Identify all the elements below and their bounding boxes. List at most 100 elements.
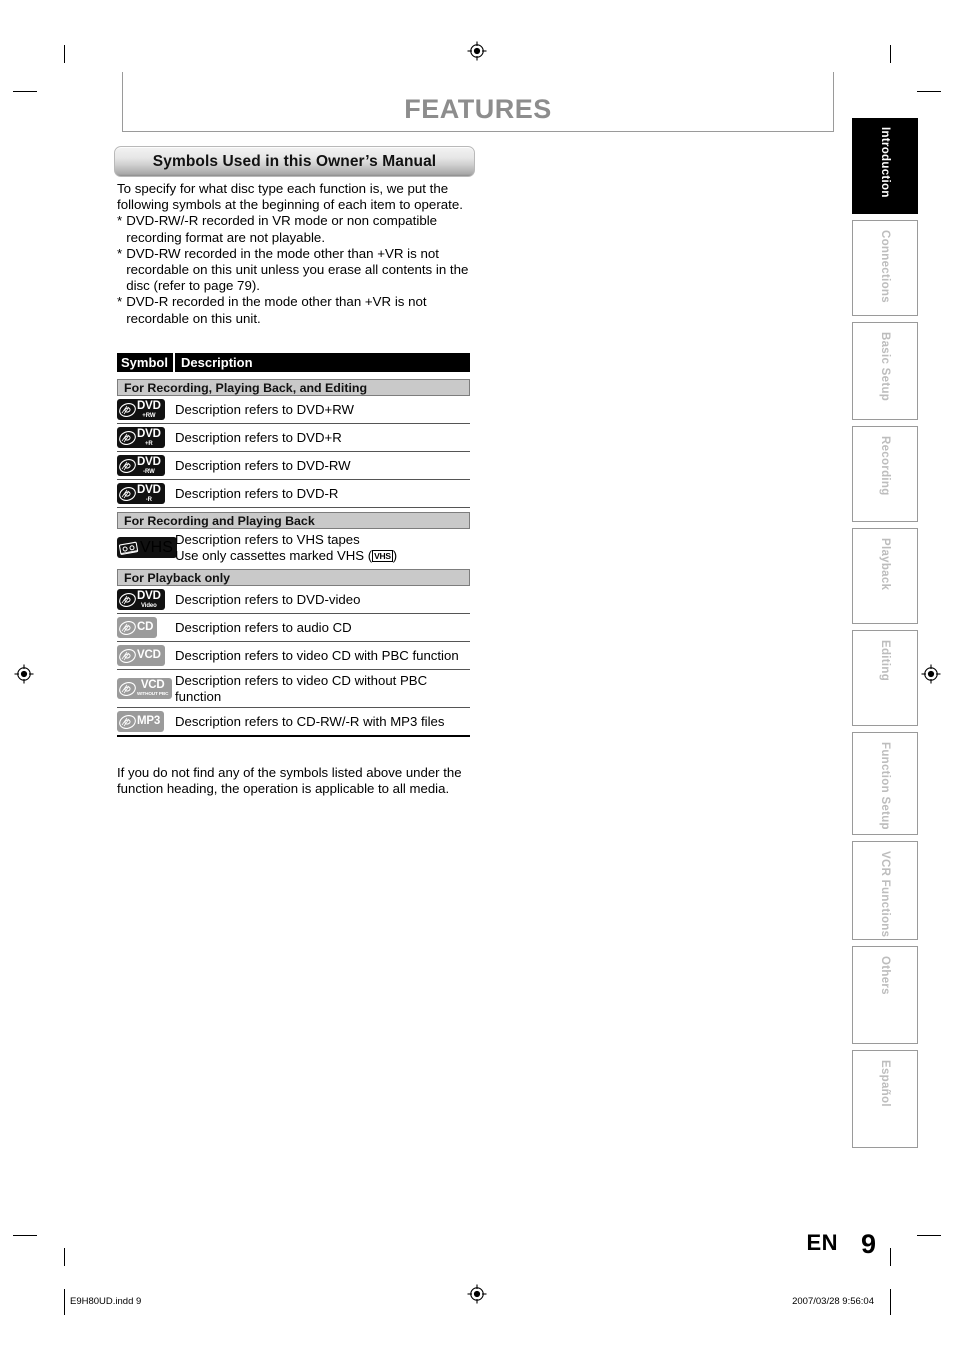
badge-main-label: DVD	[137, 455, 161, 468]
sidebar-tab-label: Function Setup	[879, 742, 891, 830]
row-description-line-1: Description refers to VHS tapes	[175, 532, 360, 547]
symbol-table: Symbol Description For Recording, Playin…	[117, 353, 470, 737]
badge-main-label: CD	[137, 620, 154, 633]
badge-main-label: DVD	[137, 483, 161, 496]
dvd-minus-rw-icon: DVD -RW	[117, 455, 165, 476]
table-row: DVD +R Description refers to DVD+R	[117, 424, 470, 452]
vhs-inline-mark-icon: VHS	[372, 549, 393, 562]
crop-mark-bottom-left-vertical	[64, 1248, 65, 1266]
note-marker: *	[117, 213, 123, 229]
sidebar-tab-connections[interactable]: Connections	[852, 220, 918, 316]
sidebar-tab-label: Español	[879, 1060, 891, 1107]
disc-glyph	[119, 592, 136, 607]
sidebar-tab-label: Connections	[879, 230, 891, 303]
badge-sub-label: -R	[145, 496, 152, 503]
disc-glyph	[119, 620, 136, 635]
badge-sub-label: Video	[140, 602, 157, 609]
sidebar-tab-label: Playback	[879, 538, 891, 591]
video-cd-pbc-icon: VCD	[117, 645, 165, 666]
crop-mark-bottom-left-horizontal	[13, 1235, 37, 1236]
sidebar-tab-function-setup[interactable]: Function Setup	[852, 732, 918, 835]
crop-mark-top-left-horizontal	[13, 91, 37, 92]
symbol-cell: MP3	[117, 711, 175, 732]
table-row: CD Description refers to audio CD	[117, 614, 470, 642]
crop-mark-bottom-right-horizontal	[917, 1235, 941, 1236]
table-row: DVD Video Description refers to DVD-vide…	[117, 586, 470, 614]
sidebar-tab-others[interactable]: Others	[852, 946, 918, 1044]
symbol-cell: VCD	[117, 645, 175, 666]
crop-mark-top-left-vertical	[64, 45, 65, 63]
table-row: VCD Description refers to video CD with …	[117, 642, 470, 670]
print-slug-timestamp: 2007/03/28 9:56:04	[792, 1296, 874, 1307]
crop-mark-top-right-horizontal	[917, 91, 941, 92]
badge-sub-label: +R	[145, 440, 153, 447]
row-description: Description refers to CD-RW/-R with MP3 …	[175, 713, 445, 729]
intro-text-block: To specify for what disc type each funct…	[117, 181, 483, 327]
sidebar-tab-introduction[interactable]: Introduction	[852, 118, 918, 214]
registration-mark-top	[467, 41, 487, 61]
badge-main-label: MP3	[137, 714, 161, 727]
intro-lead: To specify for what disc type each funct…	[117, 181, 463, 213]
symbol-cell: DVD +RW	[117, 399, 175, 420]
sidebar-tab-editing[interactable]: Editing	[852, 630, 918, 726]
vhs-icon: VHS	[117, 537, 177, 558]
note-text: DVD-RW recorded in the mode other than +…	[126, 245, 469, 294]
dvd-video-icon: DVD Video	[117, 589, 165, 610]
row-description-line-2: Use only cassettes marked VHS (VHS)	[175, 548, 470, 564]
dvd-plus-rw-icon: DVD +RW	[117, 399, 165, 420]
sidebar-tab-label: Recording	[879, 436, 891, 496]
disc-glyph	[119, 648, 136, 663]
video-cd-without-pbc-icon: VCD WITHOUT PBC	[117, 678, 173, 699]
slug-rule-left	[64, 1289, 65, 1315]
language-code: EN	[806, 1230, 838, 1255]
sidebar-tab-label: Introduction	[879, 127, 891, 198]
section-heading-label: Symbols Used in this Owner’s Manual	[152, 152, 437, 170]
side-index-tabs: Introduction Connections Basic Setup Rec…	[852, 118, 918, 1154]
registration-mark-bottom	[467, 1284, 487, 1304]
dvd-minus-r-icon: DVD -R	[117, 483, 165, 504]
note-marker: *	[117, 245, 123, 261]
sidebar-tab-label: Others	[879, 956, 891, 995]
row-description: Description refers to DVD+RW	[175, 401, 354, 417]
sidebar-tab-label: Basic Setup	[879, 332, 891, 402]
table-row: MP3 Description refers to CD-RW/-R with …	[117, 708, 470, 737]
row-description: Description refers to DVD-R	[175, 485, 339, 501]
badge-main-label: DVD	[137, 589, 161, 602]
table-section-header-playback-only: For Playback only	[117, 569, 470, 586]
table-row: VCD WITHOUT PBC Description refers to vi…	[117, 670, 470, 708]
symbol-cell: CD	[117, 617, 175, 638]
page-title-band: FEATURES	[122, 72, 834, 132]
symbol-cell: VCD WITHOUT PBC	[117, 678, 175, 699]
audio-cd-icon: CD	[117, 617, 158, 638]
table-section-header-recording-playing: For Recording and Playing Back	[117, 512, 470, 529]
mp3-icon: MP3	[117, 711, 165, 732]
column-header-symbol: Symbol	[117, 353, 173, 372]
row-description: Description refers to VHS tapes Use only…	[175, 532, 470, 563]
intro-note-1: * DVD-RW/-R recorded in VR mode or non c…	[117, 213, 483, 245]
disc-glyph	[119, 681, 136, 696]
table-row: VHS Description refers to VHS tapes Use …	[117, 529, 470, 566]
table-row: DVD -R Description refers to DVD-R	[117, 480, 470, 508]
sidebar-tab-playback[interactable]: Playback	[852, 528, 918, 624]
intro-note-3: * DVD-R recorded in the mode other than …	[117, 294, 483, 326]
symbol-cell: DVD -R	[117, 483, 175, 504]
crop-mark-top-right-vertical	[890, 45, 891, 63]
symbol-cell: DVD -RW	[117, 455, 175, 476]
description-line2-post: )	[392, 547, 398, 563]
cassette-glyph	[118, 541, 139, 555]
description-line2-pre: Use only cassettes marked VHS (	[175, 547, 373, 563]
sidebar-tab-espanol[interactable]: Español	[852, 1050, 918, 1148]
badge-sub-label: WITHOUT PBC	[137, 690, 169, 696]
badge-main-label: DVD	[137, 399, 161, 412]
crop-mark-bottom-right-vertical	[890, 1248, 891, 1266]
sidebar-tab-recording[interactable]: Recording	[852, 426, 918, 522]
symbol-cell: VHS	[117, 537, 177, 558]
disc-glyph	[119, 714, 136, 729]
sidebar-tab-label: Editing	[879, 640, 891, 682]
table-header-row: Symbol Description	[117, 353, 470, 372]
sidebar-tab-basic-setup[interactable]: Basic Setup	[852, 322, 918, 420]
note-text: DVD-RW/-R recorded in VR mode or non com…	[126, 213, 438, 245]
sidebar-tab-vcr-functions[interactable]: VCR Functions	[852, 841, 918, 940]
row-description: Description refers to video CD with PBC …	[175, 647, 459, 663]
page-number: 9	[860, 1229, 876, 1259]
